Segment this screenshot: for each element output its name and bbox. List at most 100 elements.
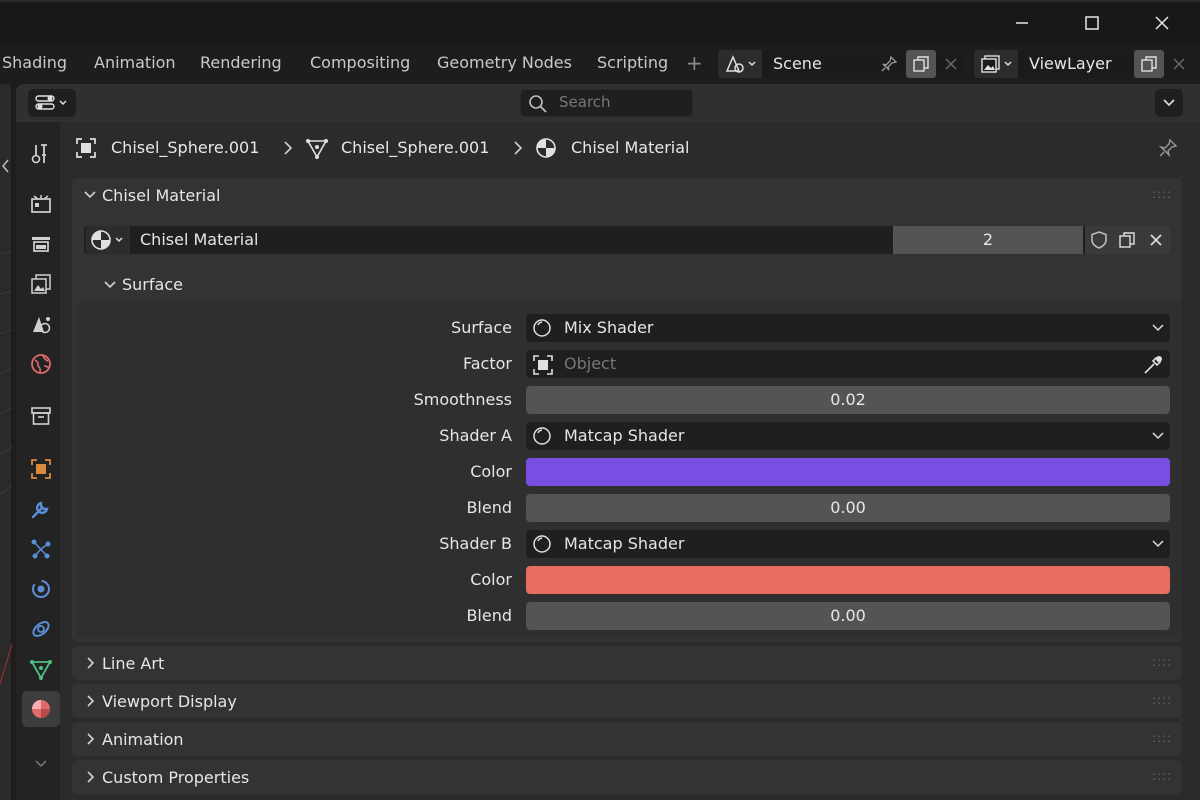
search-icon — [529, 95, 547, 113]
scene-new-button[interactable] — [906, 50, 936, 78]
tab-shading[interactable]: Shading — [2, 48, 67, 78]
minimize-button[interactable] — [999, 6, 1045, 40]
viewport-display-panel[interactable]: Viewport Display :::: — [72, 684, 1182, 718]
3d-viewport-edge — [0, 84, 13, 800]
chevron-down-icon — [1152, 324, 1164, 332]
duplicate-icon — [1119, 232, 1135, 248]
tab-rendering[interactable]: Rendering — [200, 48, 282, 78]
collection-icon — [31, 407, 51, 425]
blend-a-slider[interactable]: 0.00 — [526, 494, 1170, 522]
blend-b-label: Blend — [466, 606, 512, 625]
shader-a-value: Matcap Shader — [564, 426, 685, 445]
shader-node-icon — [533, 535, 551, 553]
unlink-material-button[interactable] — [1141, 226, 1170, 254]
shader-b-value: Matcap Shader — [564, 534, 685, 553]
pin-icon — [1158, 138, 1178, 158]
tab-tool[interactable] — [22, 136, 60, 172]
blend-b-slider[interactable]: 0.00 — [526, 602, 1170, 630]
chevron-down-icon — [1152, 432, 1164, 440]
editor-type-button[interactable] — [28, 89, 76, 117]
panel-grip-icon[interactable]: :::: — [1152, 731, 1172, 745]
animation-panel[interactable]: Animation :::: — [72, 722, 1182, 756]
tab-render[interactable] — [22, 186, 60, 222]
options-dropdown-button[interactable] — [1155, 89, 1183, 117]
close-icon — [1173, 58, 1185, 70]
smoothness-slider[interactable]: 0.02 — [526, 386, 1170, 414]
panel-grip-icon[interactable]: :::: — [1152, 693, 1172, 707]
surface-label: Surface — [451, 318, 512, 337]
material-name-field[interactable]: Chisel Material — [140, 226, 258, 254]
properties-search[interactable]: Search — [520, 89, 693, 117]
tab-animation[interactable]: Animation — [94, 48, 176, 78]
pin-context-button[interactable] — [1155, 136, 1181, 160]
tab-modifiers[interactable] — [22, 491, 60, 527]
chevron-down-icon — [35, 760, 47, 768]
panel-grip-icon[interactable]: :::: — [1152, 187, 1172, 201]
tab-output[interactable] — [22, 226, 60, 262]
view-layer-browse-button[interactable] — [974, 50, 1018, 78]
close-icon — [945, 58, 957, 70]
scene-pin-button[interactable] — [876, 52, 902, 76]
material-browse-button[interactable] — [86, 226, 130, 254]
color-b-swatch[interactable] — [526, 566, 1170, 594]
physics-icon — [32, 580, 50, 598]
tab-geometry-nodes[interactable]: Geometry Nodes — [437, 48, 572, 78]
line-art-panel-title: Line Art — [102, 654, 165, 673]
tab-constraints[interactable] — [22, 611, 60, 647]
scene-delete-button[interactable] — [940, 52, 962, 76]
color-a-swatch[interactable] — [526, 458, 1170, 486]
search-placeholder: Search — [559, 93, 611, 111]
shader-b-select[interactable]: Matcap Shader — [526, 530, 1170, 558]
tab-object[interactable] — [22, 451, 60, 487]
scene-name[interactable]: Scene — [773, 50, 822, 78]
tab-physics[interactable] — [22, 571, 60, 607]
tab-scene[interactable] — [22, 306, 60, 342]
eyedropper-icon[interactable] — [1142, 354, 1164, 376]
panel-grip-icon[interactable]: :::: — [1152, 769, 1172, 783]
scene-browse-button[interactable] — [718, 50, 762, 78]
scene-icon — [725, 55, 756, 73]
duplicate-icon — [1141, 56, 1157, 72]
material-icon — [32, 700, 50, 718]
tab-particles[interactable] — [22, 531, 60, 567]
chevron-right-icon — [514, 141, 523, 155]
tab-material[interactable] — [22, 691, 60, 727]
view-layer-delete-button[interactable] — [1168, 52, 1190, 76]
particles-icon — [31, 539, 51, 559]
tab-collection[interactable] — [22, 398, 60, 434]
color-a-label: Color — [470, 462, 512, 481]
tab-compositing[interactable]: Compositing — [310, 48, 410, 78]
close-window-button[interactable] — [1139, 6, 1185, 40]
tab-scroll-down[interactable] — [22, 746, 60, 782]
surface-subpanel-header[interactable]: Surface — [72, 268, 1182, 302]
surface-shader-value: Mix Shader — [564, 318, 654, 337]
shader-b-label: Shader B — [439, 534, 512, 553]
view-layer-new-button[interactable] — [1134, 50, 1164, 78]
pin-icon — [881, 55, 898, 72]
material-panel-header[interactable]: Chisel Material :::: — [72, 178, 1182, 214]
surface-subpanel-title: Surface — [122, 275, 183, 294]
material-users-count[interactable]: 2 — [893, 226, 1083, 254]
shader-a-select[interactable]: Matcap Shader — [526, 422, 1170, 450]
custom-properties-panel[interactable]: Custom Properties :::: — [72, 760, 1182, 794]
panel-grip-icon[interactable]: :::: — [1152, 655, 1172, 669]
add-workspace-button[interactable]: + — [686, 48, 703, 78]
maximize-button[interactable] — [1069, 6, 1115, 40]
material-icon — [536, 138, 556, 158]
shader-node-icon — [533, 319, 551, 337]
properties-editor-icon — [35, 95, 67, 110]
object-icon — [76, 138, 96, 158]
tab-world[interactable] — [22, 346, 60, 382]
tab-object-data[interactable] — [22, 651, 60, 687]
fake-user-button[interactable] — [1085, 226, 1113, 254]
smoothness-label: Smoothness — [413, 390, 512, 409]
line-art-panel[interactable]: Line Art :::: — [72, 646, 1182, 680]
view-layer-name[interactable]: ViewLayer — [1029, 50, 1112, 78]
tab-scripting[interactable]: Scripting — [597, 48, 668, 78]
tab-view-layer[interactable] — [22, 266, 60, 302]
factor-object-field[interactable]: Object — [526, 350, 1170, 378]
surface-shader-select[interactable]: Mix Shader — [526, 314, 1170, 342]
new-material-button[interactable] — [1113, 226, 1141, 254]
chevron-right-icon — [87, 733, 95, 745]
custom-properties-panel-title: Custom Properties — [102, 768, 250, 787]
